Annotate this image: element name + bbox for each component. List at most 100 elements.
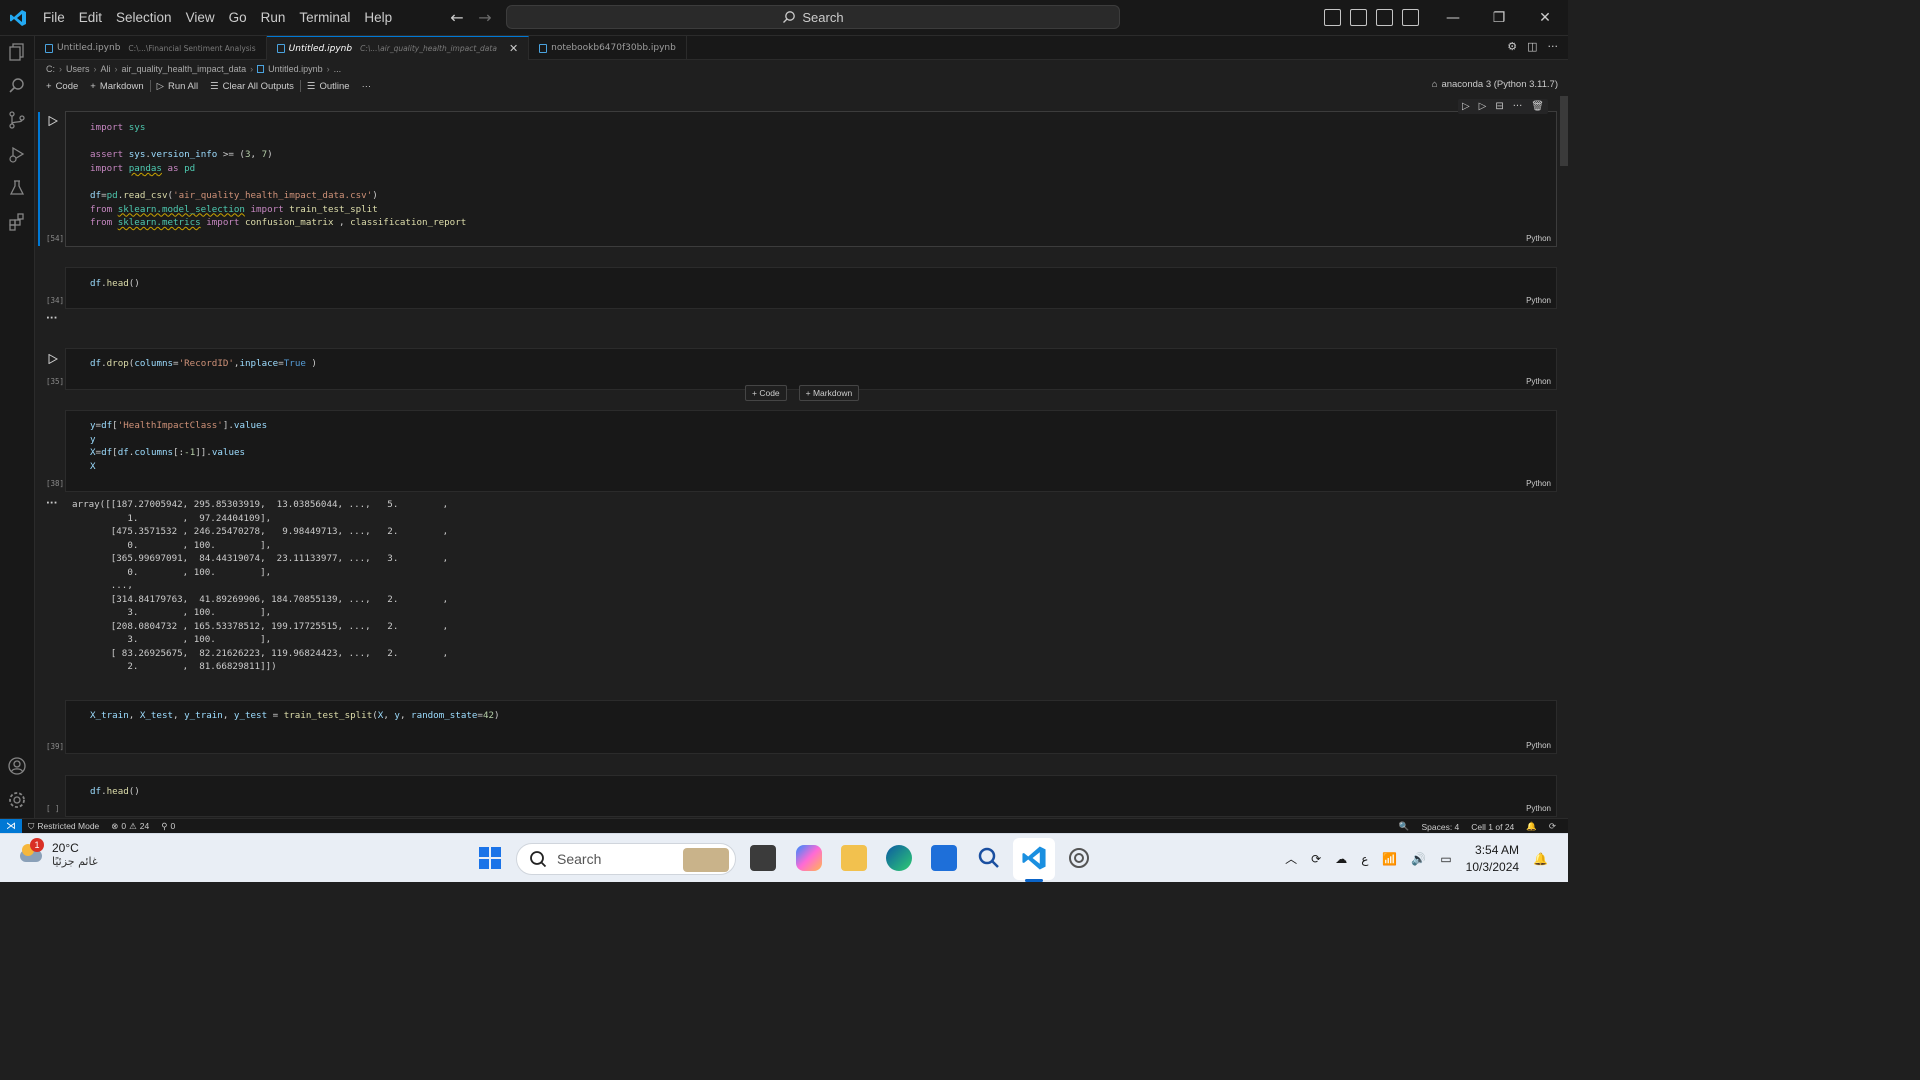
cell-editor[interactable]: df.drop(columns='RecordID',inplace=True … [90, 357, 317, 371]
code-cell-5[interactable]: X_train, X_test, y_train, y_test = train… [65, 700, 1557, 754]
breadcrumb-item[interactable]: Users [66, 64, 90, 74]
toggle-primary-sidebar-icon[interactable] [1324, 9, 1341, 26]
menu-selection[interactable]: Selection [109, 0, 179, 36]
task-view-icon[interactable] [750, 845, 776, 871]
code-cell-6[interactable]: df.head() Python [65, 775, 1557, 817]
restore-icon[interactable]: ❐ [1476, 0, 1522, 36]
cell-editor[interactable]: df.head() [90, 785, 140, 799]
minimize-icon[interactable]: — [1430, 0, 1476, 36]
accounts-icon[interactable] [7, 756, 27, 776]
menu-help[interactable]: Help [357, 0, 399, 36]
sync-icon[interactable]: ⟳ [1543, 821, 1562, 832]
cell-language-label[interactable]: Python [1526, 234, 1551, 243]
menu-file[interactable]: File [36, 0, 72, 36]
more-actions-icon[interactable]: ··· [1548, 40, 1559, 53]
run-debug-icon[interactable] [7, 144, 27, 164]
editor-scrollbar[interactable] [1560, 96, 1568, 166]
input-language-indicator[interactable]: ع [1361, 852, 1368, 866]
command-center-search[interactable]: Search [506, 5, 1120, 29]
microsoft-store-icon[interactable] [931, 845, 957, 871]
outline-button[interactable]: ☰ Outline [301, 81, 356, 92]
output-more-icon[interactable]: ··· [46, 313, 57, 324]
insert-code-button[interactable]: + Code [745, 385, 787, 401]
battery-icon[interactable]: ▭ [1440, 852, 1451, 866]
notifications-bell-icon[interactable]: 🔔 [1520, 821, 1543, 832]
delete-cell-icon[interactable]: 🗑 [1531, 101, 1544, 112]
run-all-button[interactable]: ▷ Run All [151, 81, 204, 92]
output-more-icon[interactable]: ··· [46, 498, 57, 509]
settings-gear-icon[interactable] [7, 790, 27, 810]
breadcrumb-item[interactable]: ... [334, 64, 342, 74]
clear-all-outputs-button[interactable]: ☰ Clear All Outputs [204, 81, 300, 92]
cell-language-label[interactable]: Python [1526, 804, 1551, 813]
cell-editor[interactable]: df.head() [90, 277, 140, 291]
testing-icon[interactable] [7, 178, 27, 198]
notifications-icon[interactable]: 🔔 [1533, 852, 1548, 866]
tab-notebook-kaggle[interactable]: notebookb6470f30bb.ipynb [529, 36, 687, 60]
cell-editor[interactable]: y=df['HealthImpactClass'].values y X=df[… [90, 419, 267, 473]
execute-below-icon[interactable]: ▷ [1479, 101, 1487, 112]
remote-indicator-icon[interactable]: ⋊ [0, 818, 22, 834]
file-explorer-icon[interactable] [841, 845, 867, 871]
wifi-icon[interactable]: 📶 [1382, 852, 1397, 866]
execute-above-icon[interactable]: ▷ [1462, 101, 1470, 112]
search-sidebar-icon[interactable] [7, 76, 27, 96]
cell-language-label[interactable]: Python [1526, 296, 1551, 305]
indentation-status[interactable]: Spaces: 4 [1415, 822, 1465, 832]
close-window-icon[interactable]: ✕ [1522, 0, 1568, 36]
breadcrumb-item[interactable]: Ali [101, 64, 111, 74]
volume-icon[interactable]: 🔊 [1411, 852, 1426, 866]
code-cell-1[interactable]: import sys assert sys.version_info >= (3… [65, 111, 1557, 247]
run-cell-icon[interactable] [48, 116, 58, 126]
edge-browser-icon[interactable] [886, 845, 912, 871]
sync-tray-icon[interactable]: ⟳ [1311, 852, 1321, 866]
vscode-taskbar-icon[interactable] [1021, 845, 1047, 871]
tab-untitled-financial[interactable]: Untitled.ipynb C:\...\Financial Sentimen… [35, 36, 267, 60]
breadcrumb-item[interactable]: Untitled.ipynb [268, 64, 323, 74]
menu-view[interactable]: View [179, 0, 222, 36]
chevron-up-icon[interactable]: ︿ [1285, 850, 1297, 867]
back-arrow-icon[interactable]: ← [448, 8, 466, 27]
source-control-icon[interactable] [7, 110, 27, 130]
cell-language-label[interactable]: Python [1526, 741, 1551, 750]
toolbar-more-button[interactable]: ··· [356, 81, 378, 92]
code-cell-3[interactable]: df.drop(columns='RecordID',inplace=True … [65, 348, 1557, 390]
cell-position-status[interactable]: Cell 1 of 24 [1465, 822, 1520, 832]
menu-terminal[interactable]: Terminal [292, 0, 357, 36]
taskbar-search-box[interactable]: Search [516, 843, 736, 875]
cell-editor[interactable]: X_train, X_test, y_train, y_test = train… [90, 709, 500, 723]
weather-widget[interactable]: 1 20°C غائم جزئيًا [18, 838, 98, 868]
zoom-icon[interactable]: 🔍 [1393, 821, 1416, 832]
menu-go[interactable]: Go [222, 0, 254, 36]
notebook-settings-gear-icon[interactable]: ⚙ [1507, 40, 1517, 53]
tab-untitled-air-quality[interactable]: Untitled.ipynb C:\...\air_quality_health… [266, 36, 530, 60]
add-markdown-cell-button[interactable]: + Markdown [84, 81, 149, 92]
kernel-picker[interactable]: ⌂ anaconda 3 (Python 3.11.7) [1432, 79, 1558, 90]
cell-more-icon[interactable]: ··· [1513, 101, 1523, 112]
breadcrumb-item[interactable]: C: [46, 64, 55, 74]
search-app-icon[interactable] [976, 845, 1002, 871]
add-code-cell-button[interactable]: + Code [40, 81, 84, 92]
extensions-icon[interactable] [7, 212, 27, 232]
restricted-mode-status[interactable]: ⛉ Restricted Mode [22, 821, 105, 832]
clock[interactable]: 3:54 AM 10/3/2024 [1466, 842, 1519, 876]
ports-status[interactable]: ⚲ 0 [155, 821, 181, 832]
forward-arrow-icon[interactable]: → [476, 8, 494, 27]
insert-markdown-button[interactable]: + Markdown [798, 385, 860, 401]
close-icon[interactable]: ✕ [509, 42, 518, 55]
menu-edit[interactable]: Edit [72, 0, 109, 36]
copilot-icon[interactable] [796, 845, 822, 871]
problems-status[interactable]: ⊗ 0 ⚠ 24 [105, 821, 155, 832]
onedrive-cloud-icon[interactable]: ☁ [1335, 852, 1347, 866]
explorer-icon[interactable] [7, 42, 27, 62]
run-cell-icon[interactable] [48, 354, 58, 364]
cell-language-label[interactable]: Python [1526, 479, 1551, 488]
split-cell-icon[interactable]: ⊟ [1495, 101, 1503, 112]
windows-start-icon[interactable] [477, 845, 503, 871]
code-cell-2[interactable]: df.head() Python [65, 267, 1557, 309]
menu-run[interactable]: Run [254, 0, 293, 36]
podcast-app-icon[interactable] [1066, 845, 1092, 871]
toggle-secondary-sidebar-icon[interactable] [1376, 9, 1393, 26]
cell-editor[interactable]: import sys assert sys.version_info >= (3… [90, 121, 466, 230]
cell-language-label[interactable]: Python [1526, 377, 1551, 386]
